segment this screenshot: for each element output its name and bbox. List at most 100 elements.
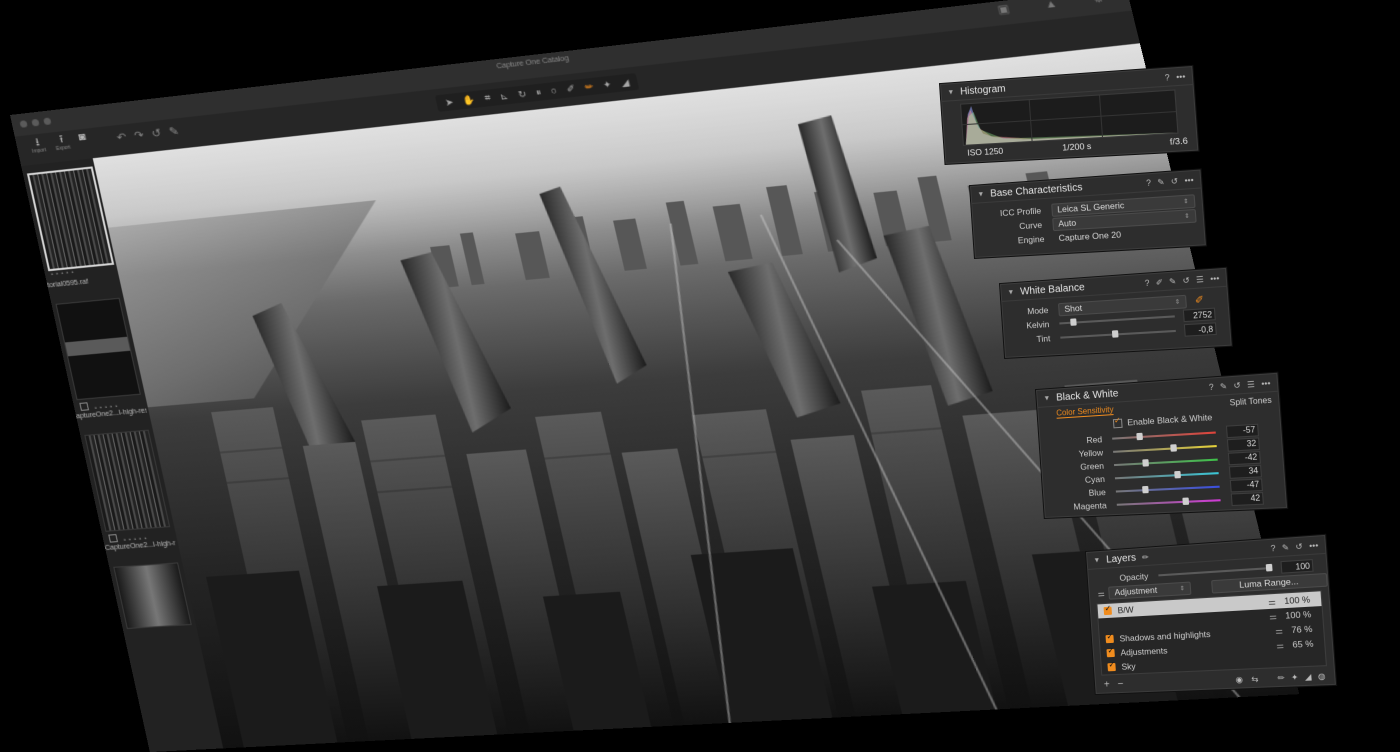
- help-icon[interactable]: ?: [1164, 72, 1170, 82]
- bw-slider-value[interactable]: 42: [1230, 491, 1264, 506]
- help-icon[interactable]: ?: [1270, 543, 1275, 553]
- chevron-down-icon[interactable]: ▼: [1043, 395, 1050, 402]
- more-icon[interactable]: •••: [1309, 540, 1319, 550]
- crop-icon[interactable]: ⌗: [484, 92, 492, 104]
- reset-icon[interactable]: ↺: [1295, 541, 1303, 551]
- pointer-icon[interactable]: ➤: [444, 96, 455, 108]
- color-picker-icon[interactable]: ✐: [565, 83, 576, 95]
- reset-icon[interactable]: ↺: [1233, 380, 1241, 390]
- presets-icon[interactable]: ☰: [1247, 379, 1255, 389]
- presets-icon[interactable]: ☰: [1196, 274, 1204, 284]
- slider-knob[interactable]: [1142, 485, 1149, 493]
- remove-layer-icon[interactable]: −: [1117, 678, 1124, 689]
- more-icon[interactable]: •••: [1184, 175, 1194, 185]
- slider-knob[interactable]: [1142, 458, 1149, 467]
- settings-icon[interactable]: ⚙: [1092, 0, 1106, 6]
- auto-adjust-icon[interactable]: ✎: [1157, 177, 1165, 187]
- enable-bw-checkbox[interactable]: [1112, 418, 1123, 428]
- more-icon[interactable]: •••: [1176, 71, 1186, 81]
- keystone-icon[interactable]: ⏸: [535, 86, 543, 98]
- auto-adjust-icon[interactable]: ✎: [1281, 542, 1289, 552]
- minimize-window-button[interactable]: [31, 118, 40, 127]
- brush-icon[interactable]: ✏: [1277, 673, 1285, 683]
- kelvin-slider[interactable]: [1059, 315, 1175, 326]
- slider-knob[interactable]: [1182, 496, 1190, 505]
- bw-slider[interactable]: [1112, 430, 1216, 440]
- spot-icon[interactable]: ○: [550, 85, 558, 96]
- panel-title: White Balance: [1019, 281, 1086, 298]
- brush-icon[interactable]: ✏: [583, 81, 594, 93]
- eraser-icon[interactable]: ✦: [1291, 672, 1299, 682]
- capture-button[interactable]: ◙: [77, 131, 88, 150]
- slider-knob[interactable]: [1070, 318, 1077, 326]
- more-icon[interactable]: •••: [1261, 378, 1271, 388]
- zoom-window-button[interactable]: [43, 117, 52, 126]
- slider-knob[interactable]: [1170, 443, 1177, 452]
- bw-slider-value[interactable]: 34: [1228, 464, 1262, 479]
- redo-icon[interactable]: ↷: [133, 128, 145, 142]
- exposure-warning-icon[interactable]: ▲: [1044, 0, 1059, 11]
- layer-opacity: 100 %: [1283, 594, 1311, 607]
- layer-visible-checkbox[interactable]: [1107, 662, 1116, 672]
- brush-icon[interactable]: ✏: [1142, 552, 1149, 562]
- eraser-icon[interactable]: ✦: [602, 79, 613, 91]
- chevron-down-icon[interactable]: ▼: [1093, 557, 1100, 564]
- hand-icon[interactable]: ✋: [462, 94, 477, 107]
- layer-visible-checkbox[interactable]: [1105, 634, 1114, 644]
- help-icon[interactable]: ?: [1146, 178, 1151, 188]
- tab-split-tones[interactable]: Split Tones: [1229, 395, 1272, 407]
- reset-icon[interactable]: ↺: [1182, 275, 1190, 285]
- straighten-icon[interactable]: ⊾: [499, 90, 510, 102]
- white-balance-picker-icon[interactable]: ✐: [1195, 294, 1205, 306]
- layer-visible-checkbox[interactable]: [1106, 648, 1115, 658]
- undo-icon[interactable]: ↶: [116, 130, 128, 144]
- chevron-down-icon[interactable]: ▼: [977, 191, 984, 198]
- bw-slider-value[interactable]: 32: [1226, 436, 1260, 452]
- select-checkbox[interactable]: [79, 402, 90, 411]
- help-icon[interactable]: ?: [1144, 278, 1149, 288]
- bw-slider[interactable]: [1114, 470, 1219, 479]
- chevron-down-icon[interactable]: ▼: [947, 89, 954, 96]
- help-icon[interactable]: ?: [1209, 382, 1214, 392]
- close-window-button[interactable]: [19, 120, 28, 128]
- picker-icon[interactable]: ✐: [1155, 277, 1163, 287]
- gradient-icon[interactable]: ◢: [620, 77, 630, 89]
- opacity-value-field[interactable]: 100: [1280, 559, 1314, 574]
- radial-gradient-icon[interactable]: ◍: [1318, 671, 1326, 681]
- more-icon[interactable]: •••: [1210, 273, 1220, 283]
- mask-visibility-icon[interactable]: ◉: [1235, 674, 1243, 684]
- add-layer-icon[interactable]: +: [1104, 679, 1111, 690]
- tint-slider[interactable]: [1060, 329, 1176, 339]
- bw-slider-value[interactable]: -42: [1227, 450, 1261, 465]
- slider-knob[interactable]: [1265, 563, 1273, 572]
- swap-icon[interactable]: ⇆: [1251, 674, 1259, 684]
- chevron-down-icon[interactable]: ▼: [1007, 289, 1014, 296]
- rotate-icon[interactable]: ↻: [517, 88, 528, 100]
- slider-knob[interactable]: [1111, 330, 1119, 338]
- reset-icon[interactable]: ↺: [150, 126, 162, 140]
- bw-slider[interactable]: [1113, 443, 1217, 453]
- viewer-layout-icon[interactable]: ▣: [997, 4, 1011, 17]
- import-button[interactable]: ⭳ Import: [29, 135, 47, 155]
- chevron-updown-icon: ⇕: [1184, 213, 1190, 220]
- export-button[interactable]: ⭱ Export: [53, 133, 72, 152]
- slider-knob[interactable]: [1136, 432, 1143, 440]
- auto-adjust-icon[interactable]: ✎: [1220, 381, 1228, 391]
- bw-slider-value[interactable]: -57: [1225, 423, 1259, 438]
- browser-thumbnail[interactable]: [113, 562, 192, 630]
- reset-icon[interactable]: ↺: [1171, 176, 1179, 186]
- copy-adjustments-icon[interactable]: ✎: [168, 124, 180, 138]
- bw-slider-value[interactable]: -47: [1229, 477, 1263, 492]
- slider-knob[interactable]: [1174, 470, 1181, 478]
- gradient-icon[interactable]: ◢: [1304, 672, 1311, 682]
- tint-value-field[interactable]: -0,8: [1183, 322, 1217, 337]
- bw-slider[interactable]: [1115, 485, 1220, 493]
- select-checkbox[interactable]: [108, 534, 119, 543]
- kelvin-value-field[interactable]: 2752: [1182, 307, 1216, 323]
- auto-adjust-icon[interactable]: ✎: [1169, 276, 1177, 286]
- opacity-slider[interactable]: [1158, 563, 1273, 577]
- rating-dots[interactable]: •••••: [51, 270, 78, 278]
- layer-visible-checkbox[interactable]: [1103, 606, 1112, 616]
- bw-slider[interactable]: [1113, 458, 1218, 467]
- bw-slider[interactable]: [1116, 496, 1221, 506]
